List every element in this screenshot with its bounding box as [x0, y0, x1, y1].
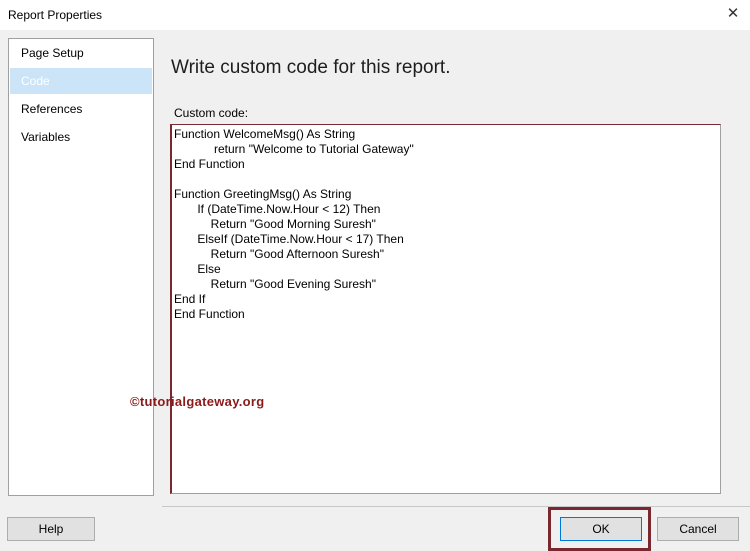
ok-button[interactable]: OK: [560, 517, 642, 541]
sidebar-item-references[interactable]: References: [10, 96, 152, 122]
cancel-button[interactable]: Cancel: [657, 517, 739, 541]
sidebar-item-label: References: [21, 102, 83, 116]
divider: [162, 506, 750, 507]
sidebar: Page Setup Code References Variables: [8, 38, 154, 496]
sidebar-item-page-setup[interactable]: Page Setup: [10, 40, 152, 66]
sidebar-item-code[interactable]: Code: [10, 68, 152, 94]
sidebar-item-variables[interactable]: Variables: [10, 124, 152, 150]
custom-code-text[interactable]: Function WelcomeMsg() As String return "…: [172, 125, 720, 322]
page-title: Write custom code for this report.: [171, 57, 451, 78]
sidebar-item-label: Variables: [21, 130, 71, 144]
window-title: Report Properties: [8, 8, 103, 22]
help-button[interactable]: Help: [7, 517, 95, 541]
sidebar-item-label: Code: [21, 74, 50, 88]
close-icon[interactable]: ✕: [724, 5, 742, 23]
custom-code-editor[interactable]: Function WelcomeMsg() As String return "…: [170, 124, 721, 494]
title-bar: Report Properties ✕: [0, 0, 750, 30]
custom-code-label: Custom code:: [174, 106, 249, 120]
sidebar-item-label: Page Setup: [21, 46, 84, 60]
watermark: ©tutorialgateway.org: [130, 394, 265, 409]
